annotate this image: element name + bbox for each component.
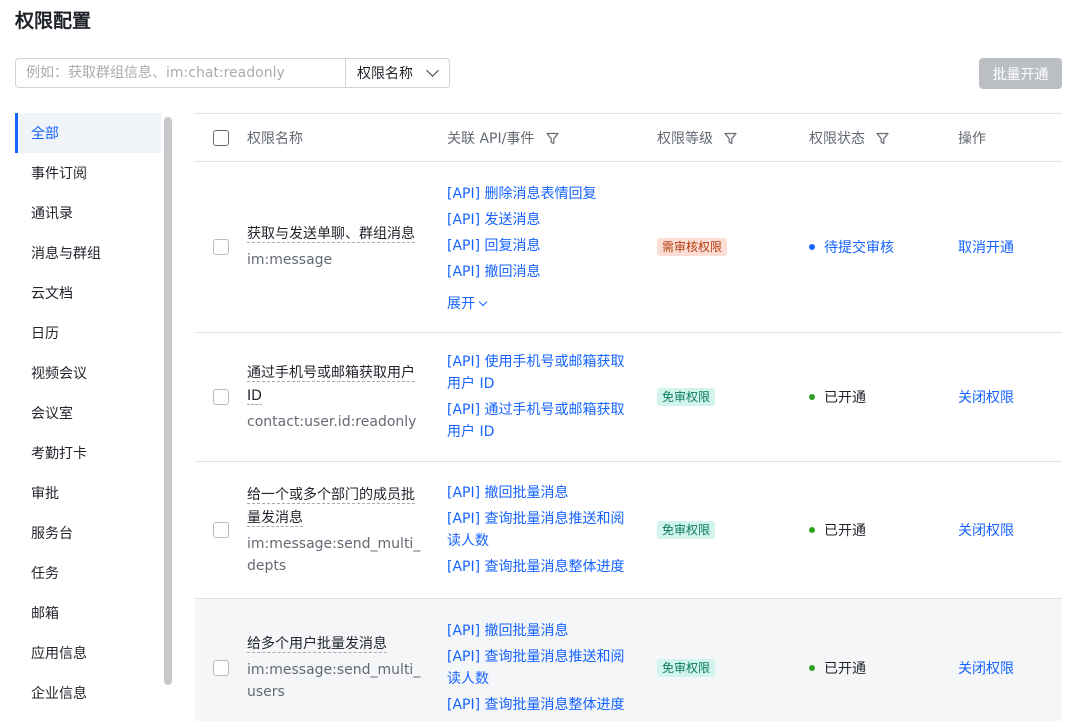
sidebar-item-docs[interactable]: 云文档 [15, 273, 161, 313]
status-indicator: 已开通 [809, 658, 958, 678]
sidebar-scrollbar[interactable] [164, 117, 172, 685]
sidebar-item-meeting-room[interactable]: 会议室 [15, 393, 161, 433]
api-link[interactable]: [API] 撤回批量消息 [447, 620, 633, 642]
permission-name: 给多个用户批量发消息 [247, 635, 387, 653]
sidebar-item-helpdesk[interactable]: 服务台 [15, 513, 161, 553]
select-all-checkbox[interactable] [213, 129, 229, 146]
table-row: 给一个或多个部门的成员批量发消息 im:message:send_multi_d… [195, 462, 1062, 599]
header-api: 关联 API/事件 [447, 128, 657, 148]
api-link[interactable]: [API] 查询批量消息整体进度 [447, 556, 633, 578]
row-checkbox[interactable] [213, 659, 229, 676]
level-badge: 免审权限 [657, 388, 716, 406]
expand-apis-button[interactable]: 展开 [447, 293, 488, 315]
expand-label: 展开 [447, 296, 475, 312]
close-permission-link[interactable]: 关闭权限 [958, 390, 1014, 406]
cancel-enable-link[interactable]: 取消开通 [958, 240, 1014, 256]
permissions-table: 权限名称 关联 API/事件 权限等级 权限状态 操作 获取与发送单聊、群组消息… [195, 113, 1062, 721]
close-permission-link[interactable]: 关闭权限 [958, 661, 1014, 677]
sidebar-item-all[interactable]: 全部 [15, 113, 161, 153]
status-dot [809, 527, 815, 533]
filter-icon[interactable] [546, 132, 559, 145]
header-level-label: 权限等级 [657, 130, 713, 147]
permission-name: 通过手机号或邮箱获取用户 ID [247, 364, 415, 405]
header-level: 权限等级 [657, 128, 809, 148]
level-badge: 免审权限 [657, 658, 716, 677]
header-action: 操作 [958, 130, 986, 147]
permission-code: im:message [247, 252, 333, 268]
search-bar: 权限名称 [15, 58, 450, 88]
filter-icon[interactable] [876, 132, 890, 145]
page-title: 权限配置 [15, 10, 92, 32]
status-indicator: 已开通 [809, 387, 958, 407]
row-checkbox[interactable] [213, 239, 229, 255]
sidebar-item-tasks[interactable]: 任务 [15, 553, 161, 593]
api-link[interactable]: [API] 查询批量消息整体进度 [447, 694, 633, 716]
permission-name: 给一个或多个部门的成员批量发消息 [247, 486, 415, 527]
api-link[interactable]: [API] 回复消息 [447, 235, 633, 257]
api-link[interactable]: [API] 通过手机号或邮箱获取用户 ID [447, 399, 633, 443]
search-field-select[interactable]: 权限名称 [345, 59, 449, 87]
sidebar-item-video-meeting[interactable]: 视频会议 [15, 353, 161, 393]
sidebar-item-messages[interactable]: 消息与群组 [15, 233, 161, 273]
batch-enable-button[interactable]: 批量开通 [979, 58, 1062, 89]
level-badge: 需审核权限 [657, 238, 728, 256]
api-link[interactable]: [API] 查询批量消息推送和阅读人数 [447, 646, 633, 690]
permission-code: im:message:send_multi_depts [247, 535, 421, 574]
status-dot [809, 244, 815, 250]
permission-name: 获取与发送单聊、群组消息 [247, 226, 415, 243]
chevron-down-icon [478, 297, 488, 307]
api-link[interactable]: [API] 使用手机号或邮箱获取用户 ID [447, 351, 633, 395]
api-link[interactable]: [API] 查询批量消息推送和阅读人数 [447, 508, 633, 552]
status-dot [809, 394, 815, 400]
api-link[interactable]: [API] 撤回批量消息 [447, 482, 633, 504]
table-row: 通过手机号或邮箱获取用户 ID contact:user.id:readonly… [195, 333, 1062, 462]
status-indicator: 待提交审核 [809, 237, 958, 257]
header-name: 权限名称 [247, 130, 303, 147]
sidebar-item-company-info[interactable]: 企业信息 [15, 673, 161, 713]
search-input[interactable] [16, 59, 345, 87]
status-label: 已开通 [824, 523, 866, 539]
status-label: 已开通 [824, 660, 866, 677]
header-status: 权限状态 [809, 128, 958, 148]
sidebar-item-calendar[interactable]: 日历 [15, 313, 161, 353]
filter-icon[interactable] [724, 132, 738, 145]
table-row: 获取与发送单聊、群组消息 im:message [API] 删除消息表情回复 [… [195, 162, 1062, 333]
chevron-down-icon [426, 64, 439, 77]
header-api-label: 关联 API/事件 [447, 130, 535, 147]
search-field-select-label: 权限名称 [357, 66, 413, 82]
sidebar-item-contacts[interactable]: 通讯录 [15, 193, 161, 233]
close-permission-link[interactable]: 关闭权限 [958, 523, 1014, 539]
sidebar-item-events[interactable]: 事件订阅 [15, 153, 161, 193]
level-badge: 免审权限 [657, 521, 716, 539]
sidebar-item-app-info[interactable]: 应用信息 [15, 633, 161, 673]
row-checkbox[interactable] [213, 389, 229, 405]
category-sidebar: 全部 事件订阅 通讯录 消息与群组 云文档 日历 视频会议 会议室 考勤打卡 审… [15, 113, 161, 713]
status-label: 已开通 [824, 390, 866, 406]
sidebar-item-attendance[interactable]: 考勤打卡 [15, 433, 161, 473]
permission-code: contact:user.id:readonly [247, 413, 417, 430]
api-link[interactable]: [API] 删除消息表情回复 [447, 183, 633, 205]
api-link[interactable]: [API] 撤回消息 [447, 261, 633, 283]
sidebar-item-approval[interactable]: 审批 [15, 473, 161, 513]
api-link[interactable]: [API] 发送消息 [447, 209, 633, 231]
table-row: 给多个用户批量发消息 im:message:send_multi_users [… [195, 599, 1062, 721]
permission-code: im:message:send_multi_users [247, 661, 421, 700]
table-header: 权限名称 关联 API/事件 权限等级 权限状态 操作 [195, 113, 1062, 162]
status-dot [809, 664, 815, 671]
status-indicator: 已开通 [809, 520, 958, 540]
sidebar-item-mailbox[interactable]: 邮箱 [15, 593, 161, 633]
header-status-label: 权限状态 [809, 130, 865, 147]
status-label: 待提交审核 [824, 240, 894, 256]
row-checkbox[interactable] [213, 522, 229, 538]
